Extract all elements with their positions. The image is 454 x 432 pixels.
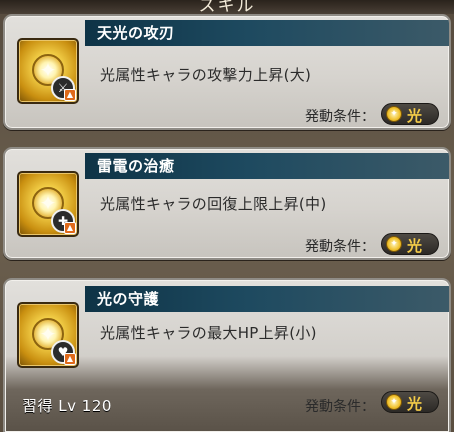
skill-card[interactable]: 雷電の治癒 ✚▲ 光属性キャラの回復上限上昇(中) 発動条件： ✦ 光 <box>3 147 451 260</box>
sword-up-icon: ⚔ ▲ <box>51 76 76 101</box>
condition-element: 光 <box>407 237 423 255</box>
condition-element-badge: ✦ 光 <box>381 103 439 125</box>
condition-label: 発動条件： <box>305 239 375 255</box>
skill-icon: ⚔▲ <box>17 38 79 104</box>
skill-card[interactable]: 天光の攻刃 ⚔▲ 光属性キャラの攻撃力上昇(大) 発動条件： ✦ 光 <box>3 14 451 130</box>
skill-description: 光属性キャラの回復上限上昇(中) <box>100 195 327 213</box>
heart-up-icon: ♥ ▲ <box>51 340 76 365</box>
light-element-icon: ✦ <box>386 394 402 410</box>
skill-icon: ♥▲ <box>17 302 79 368</box>
condition-label: 発動条件： <box>305 109 375 125</box>
top-header-strip: スキル <box>0 0 454 14</box>
learn-level-text: 習得 Lv 120 <box>22 397 112 415</box>
skill-description: 光属性キャラの攻撃力上昇(大) <box>100 66 312 84</box>
condition-element-badge: ✦ 光 <box>381 391 439 413</box>
skill-icon: ✚▲ <box>17 171 79 237</box>
condition-element: 光 <box>407 395 423 413</box>
skill-name: 天光の攻刃 <box>85 20 449 46</box>
heal-up-icon: ✚ ▲ <box>51 209 76 234</box>
skill-name: 光の守護 <box>85 286 449 312</box>
skill-description: 光属性キャラの最大HP上昇(小) <box>100 324 317 342</box>
light-element-icon: ✦ <box>386 236 402 252</box>
condition-element-badge: ✦ 光 <box>381 233 439 255</box>
light-element-icon: ✦ <box>386 106 402 122</box>
condition-element: 光 <box>407 107 423 125</box>
condition-label: 発動条件： <box>305 399 375 415</box>
header-title: スキル <box>198 0 256 14</box>
skill-name: 雷電の治癒 <box>85 153 449 179</box>
